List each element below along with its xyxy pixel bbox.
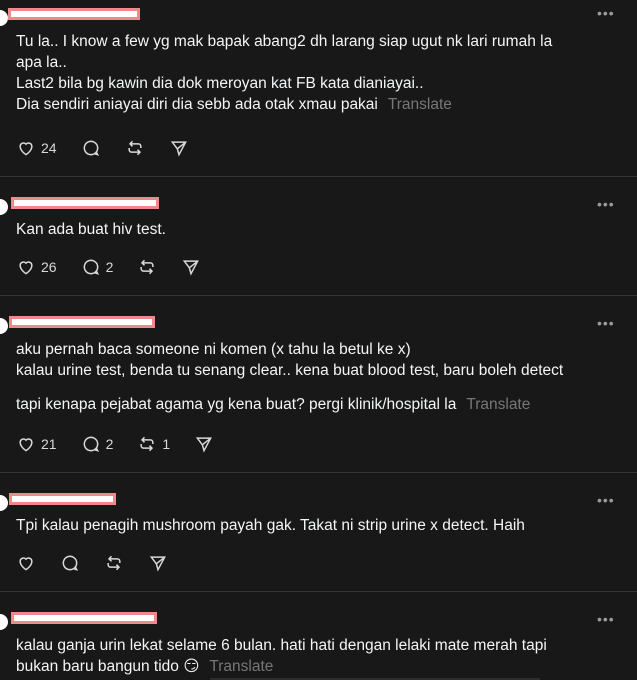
more-options-icon[interactable]: ••• — [597, 6, 615, 20]
action-bar: 21 2 1 — [16, 432, 238, 456]
send-icon — [149, 556, 166, 572]
post-line: aku pernah baca someone ni komen (x tahu… — [16, 341, 411, 358]
post-text: kalau ganja urin lekat selame 6 bulan. h… — [16, 635, 617, 677]
more-options-icon[interactable]: ••• — [597, 493, 615, 507]
heart-icon — [19, 438, 33, 452]
comment-icon — [83, 436, 99, 452]
comment-icon — [62, 555, 79, 571]
post-line: apa la.. — [16, 54, 67, 71]
reply-count: 2 — [105, 436, 114, 452]
avatar[interactable] — [0, 495, 8, 511]
avatar[interactable] — [0, 199, 8, 215]
post-line: Dia sendiri aniayai diri dia sebb ada ot… — [16, 94, 617, 115]
post-line: tapi kenapa pejabat agama yg kena buat? … — [16, 394, 617, 415]
more-options-icon[interactable]: ••• — [597, 197, 615, 211]
reply-button[interactable]: 2 — [81, 257, 114, 277]
avatar[interactable] — [0, 318, 8, 334]
username-redacted[interactable] — [9, 316, 155, 328]
post-text: Kan ada buat hiv test. — [16, 219, 617, 240]
heart-icon — [19, 142, 33, 156]
repost-icon — [107, 555, 121, 571]
like-button[interactable] — [16, 553, 36, 573]
like-button[interactable]: 26 — [16, 257, 57, 277]
post-line: Kan ada buat hiv test. — [16, 221, 166, 238]
translate-link[interactable]: Translate — [466, 396, 530, 413]
repost-count: 1 — [162, 436, 171, 452]
post-line: kalau ganja urin lekat selame 6 bulan. h… — [16, 637, 547, 654]
action-bar: 24 — [16, 136, 213, 160]
heart-icon — [19, 557, 33, 571]
post-3: ••• aku pernah baca someone ni komen (x … — [0, 296, 637, 473]
like-count: 26 — [41, 259, 57, 275]
send-icon — [196, 437, 213, 453]
translate-link[interactable]: Translate — [209, 658, 273, 675]
comment-icon — [83, 259, 99, 275]
post-2: ••• Kan ada buat hiv test. 26 2 — [0, 177, 637, 296]
post-line: Last2 bila bg kawin dia dok meroyan kat … — [16, 75, 424, 92]
share-button[interactable] — [169, 138, 189, 158]
post-text: aku pernah baca someone ni komen (x tahu… — [16, 339, 617, 415]
post-text: Tpi kalau penagih mushroom payah gak. Ta… — [16, 515, 617, 536]
post-line-text: bukan baru bangun tido 😏 — [16, 658, 200, 675]
repost-icon — [140, 436, 154, 452]
reply-button[interactable]: 2 — [81, 434, 114, 454]
share-button[interactable] — [194, 434, 214, 454]
reply-button[interactable] — [81, 138, 101, 158]
reply-button[interactable] — [60, 553, 80, 573]
post-line-text: tapi kenapa pejabat agama yg kena buat? … — [16, 396, 457, 413]
send-icon — [170, 141, 187, 157]
avatar[interactable] — [0, 10, 8, 26]
repost-icon — [127, 140, 142, 156]
post-5: ••• kalau ganja urin lekat selame 6 bula… — [0, 592, 637, 680]
like-count: 24 — [41, 140, 57, 156]
reply-count: 2 — [105, 259, 114, 275]
like-button[interactable]: 21 — [16, 434, 57, 454]
username-redacted[interactable] — [11, 612, 157, 624]
repost-button[interactable] — [104, 553, 124, 573]
username-redacted[interactable] — [9, 493, 116, 505]
post-line-text: Dia sendiri aniayai diri dia sebb ada ot… — [16, 96, 378, 113]
repost-button[interactable]: 1 — [137, 434, 170, 454]
comment-icon — [83, 140, 99, 156]
repost-icon — [140, 259, 154, 275]
username-redacted[interactable] — [8, 8, 140, 20]
more-options-icon[interactable]: ••• — [597, 612, 615, 626]
username-redacted[interactable] — [11, 197, 159, 209]
post-line: bukan baru bangun tido 😏 Translate — [16, 656, 617, 677]
post-1: ••• Tu la.. I know a few yg mak bapak ab… — [0, 0, 637, 177]
post-4: ••• Tpi kalau penagih mushroom payah gak… — [0, 473, 637, 592]
post-line: Tu la.. I know a few yg mak bapak abang2… — [16, 33, 553, 50]
post-line: kalau urine test, benda tu senang clear.… — [16, 362, 564, 379]
post-text: Tu la.. I know a few yg mak bapak abang2… — [16, 31, 617, 115]
send-icon — [183, 260, 200, 276]
repost-button[interactable] — [137, 257, 157, 277]
action-bar: 26 2 — [16, 255, 225, 279]
share-button[interactable] — [148, 553, 168, 573]
translate-link[interactable]: Translate — [388, 96, 452, 113]
like-count: 21 — [41, 436, 57, 452]
avatar[interactable] — [0, 614, 8, 630]
more-options-icon[interactable]: ••• — [597, 316, 615, 330]
action-bar — [16, 551, 192, 575]
repost-button[interactable] — [125, 138, 145, 158]
post-line: Tpi kalau penagih mushroom payah gak. Ta… — [16, 517, 525, 534]
heart-icon — [19, 261, 33, 275]
share-button[interactable] — [181, 257, 201, 277]
like-button[interactable]: 24 — [16, 138, 57, 158]
